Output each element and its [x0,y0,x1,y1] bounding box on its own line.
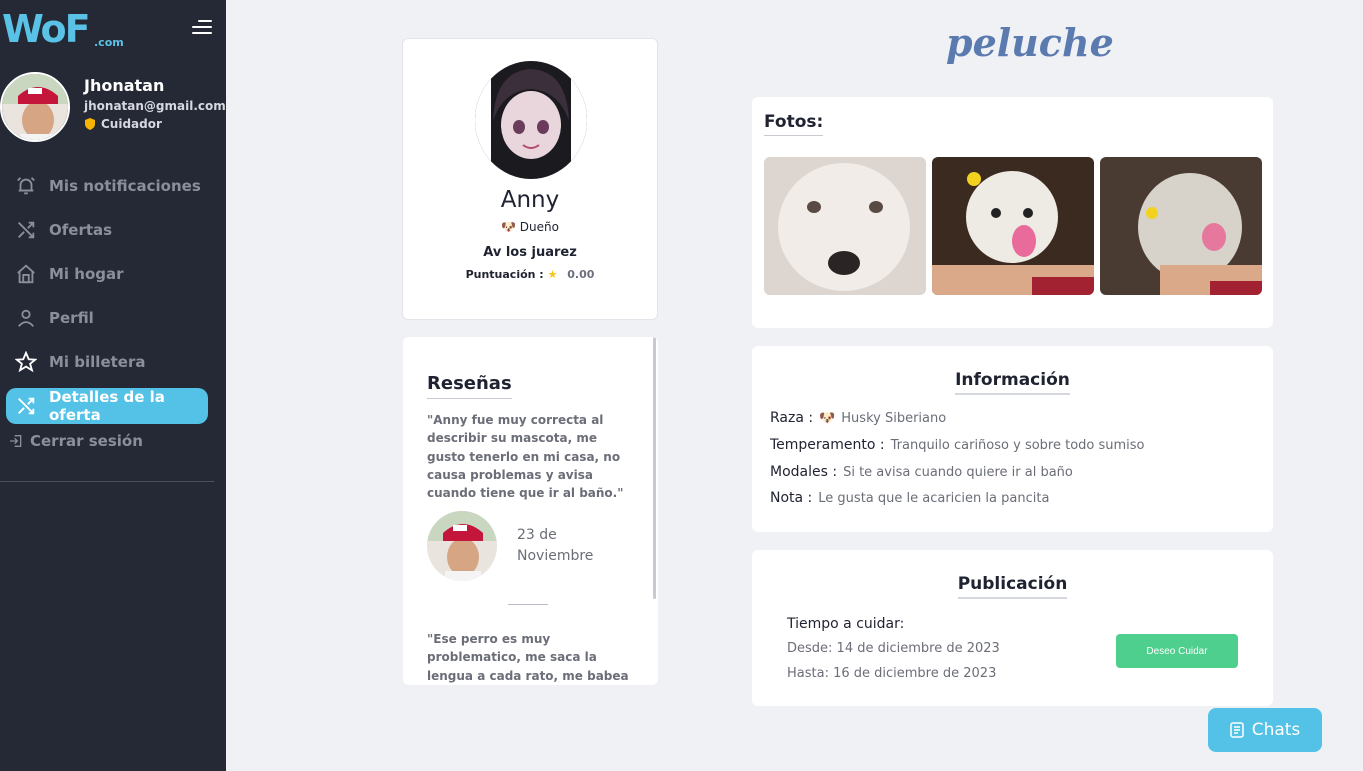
logout-icon [10,435,22,447]
nav-label: Mis notificaciones [49,177,201,195]
pet-photo[interactable] [1100,157,1262,295]
review-separator [508,604,548,605]
pet-photo[interactable] [932,157,1094,295]
info-label: Raza : [770,410,814,426]
sidebar-divider [0,481,214,482]
publication-card: Publicación Tiempo a cuidar: Desde: 14 d… [752,550,1273,706]
nav-item-offers[interactable]: Ofertas [6,212,208,248]
pet-photo[interactable] [764,157,926,295]
user-email: jhonatan@gmail.com [84,99,226,113]
dog-icon: 🐶 [819,410,836,426]
user-role-label: Cuidador [101,117,162,131]
shuffle-icon [18,397,35,415]
brand-logo[interactable]: WoF .com [2,6,142,52]
info-row-note: Nota : Le gusta que le acaricien la panc… [770,490,1049,506]
owner-role: 🐶 Dueño [403,220,657,234]
review-text: "Ese perro es muy problematico, me saca … [427,632,629,683]
photos-card: Fotos: [752,97,1273,328]
info-value: Husky Siberiano [841,410,947,426]
info-value: Tranquilo cariñoso y sobre todo sumiso [890,437,1145,453]
chats-button[interactable]: Chats [1208,708,1322,752]
pet-name: peluche [946,20,1114,65]
nav-item-profile[interactable]: Perfil [6,300,208,336]
nav-item-notifications[interactable]: Mis notificaciones [6,168,208,204]
score-value: 0.00 [567,268,595,281]
review-date: 23 de Noviembre [517,527,594,564]
nav-label: Detalles de la oferta [49,388,165,424]
info-row-temperament: Temperamento : Tranquilo cariñoso y sobr… [770,437,1145,453]
care-from-date: Desde: 14 de diciembre de 2023 [787,641,1000,656]
reviewer-avatar[interactable] [427,511,497,581]
owner-avatar[interactable] [475,61,587,179]
want-to-care-button[interactable]: Deseo Cuidar [1116,634,1238,668]
home-icon [17,264,35,284]
reviews-card: Reseñas "Anny fue muy correcta al descri… [403,337,658,685]
reviews-scrollbar[interactable] [653,337,656,599]
nav-label: Mi billetera [49,353,146,371]
reviews-title: Reseñas [427,373,512,399]
sidebar: WoF .com Jhonatan jhonatan@gmail.com Cui… [0,0,226,771]
info-label: Nota : [770,490,813,506]
nav-item-home[interactable]: Mi hogar [6,256,208,292]
logout-label: Cerrar sesión [30,432,143,450]
nav-label: Mi hogar [49,265,124,283]
owner-role-label: Dueño [519,220,559,234]
logout-button[interactable]: Cerrar sesión [8,432,143,450]
user-icon [17,309,35,327]
photos-title: Fotos: [764,112,824,136]
star-icon: ★ [547,268,558,281]
nav-label: Ofertas [49,221,113,239]
user-avatar [0,72,70,142]
info-row-manners: Modales : Si te avisa cuando quiere ir a… [770,464,1073,480]
menu-toggle-icon[interactable] [192,18,212,36]
score-label: Puntuación : [465,268,544,281]
logo-domain: .com [94,36,124,49]
logo-text: WoF [2,7,91,51]
review-text: "Anny fue muy correcta al describir su m… [427,413,624,501]
owner-score: Puntuación : ★ 0.00 [403,268,657,281]
dog-icon: 🐶 [501,220,516,234]
user-name: Jhonatan [84,76,165,95]
info-value: Si te avisa cuando quiere ir al baño [843,464,1073,480]
info-card: Información Raza : 🐶 Husky Siberiano Tem… [752,346,1273,532]
care-to-date: Hasta: 16 de diciembre de 2023 [787,666,997,681]
star-icon [15,351,37,373]
publication-title: Publicación [752,574,1273,599]
info-label: Temperamento : [770,437,885,453]
info-label: Modales : [770,464,838,480]
info-row-breed: Raza : 🐶 Husky Siberiano [770,410,946,426]
owner-name: Anny [500,187,560,213]
nav-item-wallet[interactable]: Mi billetera [6,344,208,380]
shield-icon [85,118,95,130]
nav-item-offer-details[interactable]: Detalles de la oferta [6,388,208,424]
chats-label: Chats [1251,720,1301,740]
chat-icon [1229,722,1244,738]
owner-address: Av los juarez [483,245,577,260]
care-time-label: Tiempo a cuidar: [787,616,905,632]
info-title: Información [752,370,1273,395]
bell-icon [17,177,35,195]
shuffle-icon [18,221,35,239]
owner-profile-card: Anny 🐶 Dueño Av los juarez Puntuación : … [402,38,658,320]
nav-label: Perfil [49,309,94,327]
user-role: Cuidador [84,117,162,131]
info-value: Le gusta que le acaricien la pancita [818,490,1050,506]
